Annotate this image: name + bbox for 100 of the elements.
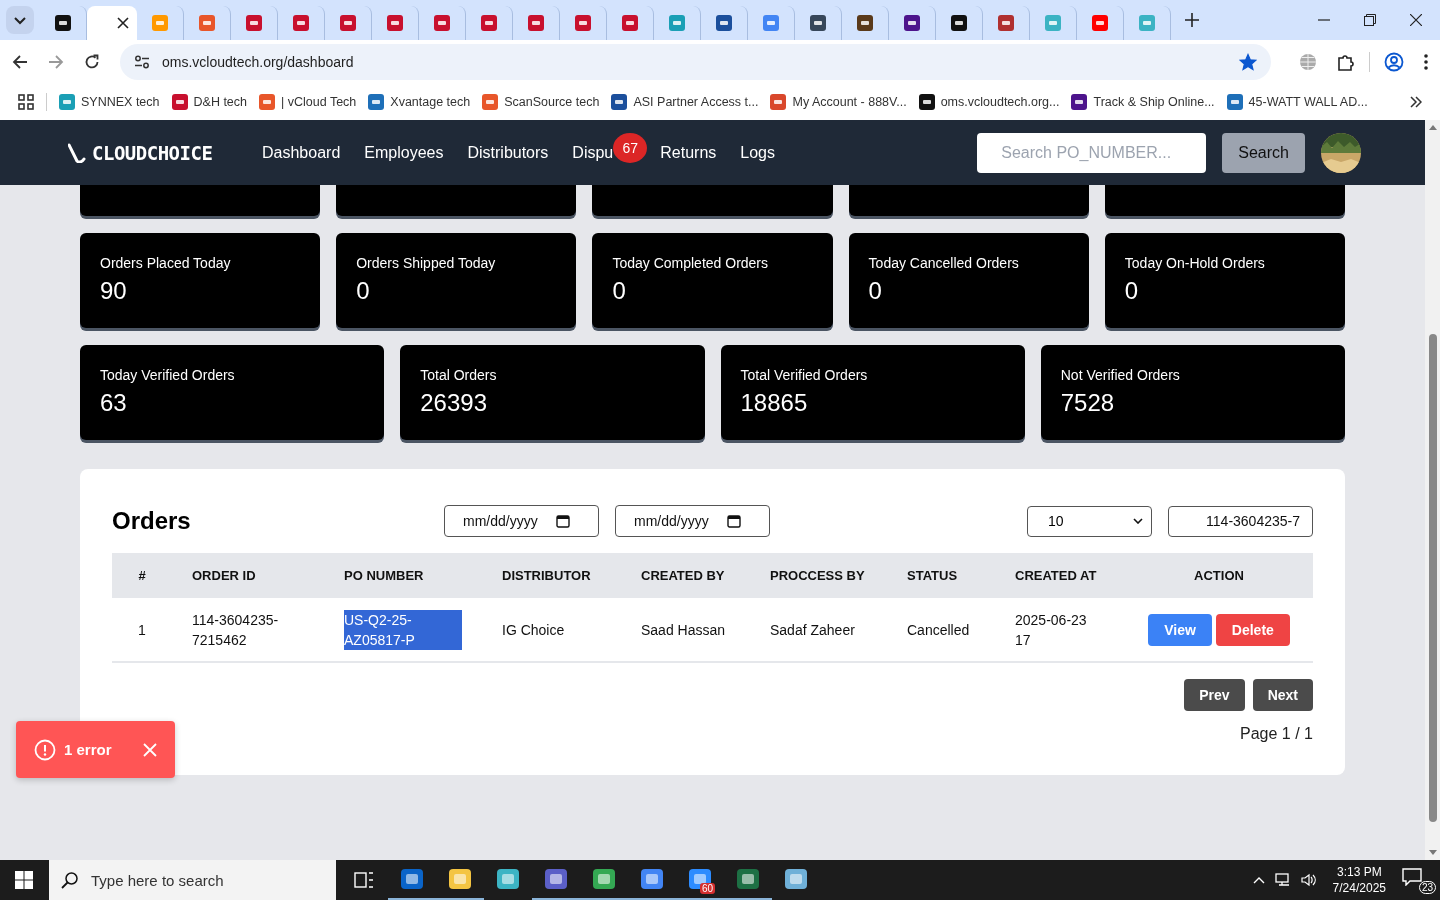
nav-link[interactable]: Dashboard <box>262 143 341 162</box>
delete-button[interactable]: Delete <box>1215 613 1290 646</box>
stat-value: 26393 <box>420 389 488 417</box>
table-cell-text: Sadaf Zaheer <box>770 620 855 640</box>
scroll-up-icon[interactable] <box>1428 125 1437 130</box>
column-header: PROCCESS BY <box>750 553 887 598</box>
stat-value: 0 <box>868 277 883 305</box>
bookmark[interactable]: | vCloud Tech <box>259 94 357 110</box>
alert-icon <box>34 738 56 761</box>
table-cell-text: 114-3604235-7215462 <box>192 610 280 650</box>
profile-icon[interactable] <box>1384 52 1404 72</box>
search-icon <box>61 871 79 889</box>
calendar-icon[interactable] <box>555 514 570 528</box>
stat-value: 90 <box>100 277 128 305</box>
search-button[interactable]: Search <box>1222 132 1305 173</box>
search-field[interactable]: 114-3604235-7 <box>1168 505 1313 537</box>
address-bar[interactable]: oms.vcloudtech.org/dashboard <box>120 44 1271 80</box>
bookmark[interactable]: D&H tech <box>171 94 247 110</box>
bookmark[interactable]: ASI Partner Access t... <box>611 94 759 110</box>
scroll-down-icon[interactable] <box>1428 850 1437 855</box>
page-indicator: Page 1 / 1 <box>1240 725 1313 743</box>
new-tab-icon[interactable] <box>1185 13 1199 27</box>
column-header: ACTION <box>1125 553 1313 598</box>
stat-value: 0 <box>1124 277 1140 305</box>
panel-title: Orders <box>112 507 192 535</box>
stat-label: Total Orders <box>420 367 498 383</box>
stat-label: Today Cancelled Orders <box>868 255 1020 271</box>
star-icon[interactable] <box>1239 53 1257 71</box>
column-header: DISTRIBUTOR <box>482 553 621 598</box>
stat-value: 0 <box>356 277 371 305</box>
bookmark[interactable]: SYNNEX tech <box>59 94 160 110</box>
scrollbar[interactable] <box>1425 120 1440 860</box>
nav-link[interactable]: Employees <box>364 143 444 162</box>
site-settings-icon[interactable] <box>134 55 150 69</box>
notifications-icon[interactable] <box>1402 868 1422 886</box>
prev-button[interactable]: Prev <box>1184 679 1245 711</box>
logo-text: CLOUDCHOICE <box>92 141 213 164</box>
bookmark[interactable]: oms.vcloudtech.org... <box>918 94 1060 110</box>
toast-message: 1 error <box>64 741 112 758</box>
more-bookmarks-icon[interactable] <box>1410 96 1422 108</box>
bookmark[interactable]: Track & Ship Online... <box>1071 94 1215 110</box>
close-icon[interactable] <box>1410 14 1422 26</box>
scroll-thumb[interactable] <box>1428 334 1437 822</box>
close-icon[interactable] <box>117 17 129 29</box>
stat-label: Not Verified Orders <box>1060 367 1181 383</box>
extensions-icon[interactable] <box>1337 53 1355 71</box>
stat-label: Today Completed Orders <box>612 255 770 271</box>
stat-value: 63 <box>100 389 128 417</box>
volume-icon[interactable] <box>1300 873 1317 887</box>
nav-link[interactable]: Distributors <box>467 143 549 162</box>
bookmark[interactable]: 45-WATT WALL AD... <box>1226 94 1368 110</box>
column-header: CREATED AT <box>995 553 1125 598</box>
bookmark[interactable]: My Account - 888V... <box>770 94 907 110</box>
forward-icon[interactable] <box>48 54 64 70</box>
count-badge: 23 <box>1418 881 1436 894</box>
table-cell-text: Saad Hassan <box>641 620 726 640</box>
chevron-down-icon <box>1133 518 1143 524</box>
apps-grid-icon[interactable] <box>18 94 34 110</box>
table-cell-text: 1 <box>138 620 146 640</box>
table-cell: US-Q2-25-AZ05817-P <box>344 609 462 650</box>
clock-time: 3:13 PM <box>1336 864 1382 880</box>
back-icon[interactable] <box>12 54 28 70</box>
stat-label: Orders Shipped Today <box>356 255 497 271</box>
tab-search-icon[interactable] <box>6 6 34 34</box>
nav-link[interactable]: Dispu <box>572 143 614 162</box>
stat-label: Orders Placed Today <box>100 255 232 271</box>
taskbar-search-field[interactable]: Type here to search <box>49 860 336 900</box>
more-icon[interactable] <box>1424 54 1428 70</box>
restore-icon[interactable] <box>1364 14 1376 26</box>
stat-value: 0 <box>612 277 627 305</box>
bookmark[interactable]: Xvantage tech <box>368 94 471 110</box>
view-button[interactable]: View <box>1148 613 1212 646</box>
page-size-select[interactable]: 10 <box>1027 505 1152 537</box>
chevron-up-icon[interactable] <box>1252 876 1265 884</box>
count-badge: 60 <box>699 883 715 894</box>
nav-link[interactable]: Returns <box>660 143 717 162</box>
date-field[interactable]: mm/dd/yyyy <box>615 505 770 537</box>
nav-link[interactable]: Logs <box>740 143 775 162</box>
column-header: PO NUMBER <box>324 553 482 598</box>
table-cell-text: Cancelled <box>907 620 970 640</box>
stat-label: Today On-Hold Orders <box>1124 255 1266 271</box>
stat-value: 18865 <box>740 389 809 417</box>
clock-date: 7/24/2025 <box>1332 880 1386 896</box>
column-header: STATUS <box>887 553 995 598</box>
windows-start-icon[interactable] <box>15 871 33 889</box>
taskbar-app[interactable]: 60 <box>676 860 724 900</box>
bookmark[interactable]: ScanSource tech <box>482 94 600 110</box>
stat-value: 7528 <box>1060 389 1116 417</box>
search-field[interactable]: Search PO_NUMBER... <box>977 132 1207 173</box>
table-cell-text: IG Choice <box>502 620 565 640</box>
stat-label: Today Verified Orders <box>100 367 236 383</box>
stat-label: Total Verified Orders <box>740 367 869 383</box>
count-badge: 67 <box>613 132 648 163</box>
reload-icon[interactable] <box>84 54 100 70</box>
url-text: oms.vcloudtech.org/dashboard <box>162 54 355 70</box>
network-icon[interactable] <box>1274 873 1291 887</box>
date-field[interactable]: mm/dd/yyyy <box>444 505 599 537</box>
column-header: CREATED BY <box>621 553 750 598</box>
calendar-icon[interactable] <box>726 514 741 528</box>
next-button[interactable]: Next <box>1252 679 1313 711</box>
